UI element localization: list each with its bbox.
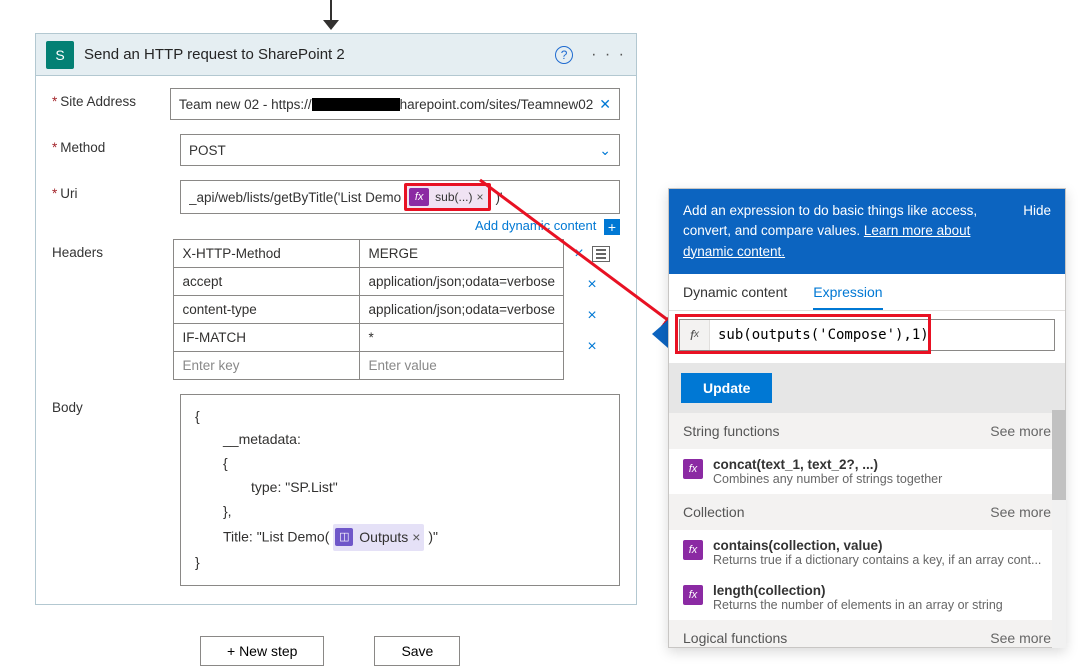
update-button[interactable]: Update <box>681 373 772 403</box>
header-value-input[interactable]: application/json;odata=verbose <box>360 296 563 323</box>
site-address-dropdown[interactable]: Team new 02 - https://harepoint.com/site… <box>170 88 620 120</box>
action-card: S Send an HTTP request to SharePoint 2 ?… <box>35 33 637 605</box>
outputs-dynamic-token[interactable]: ◫ Outputs × <box>333 524 424 552</box>
fx-icon: fx <box>680 320 710 350</box>
expression-popup: Add an expression to do basic things lik… <box>668 188 1066 648</box>
header-key-input[interactable]: Enter key <box>174 352 360 379</box>
new-step-button[interactable]: + New step <box>200 636 324 666</box>
chevron-down-icon: ✕ <box>599 96 611 113</box>
uri-row: *Uri _api/web/lists/getByTitle('List Dem… <box>52 180 620 235</box>
switch-to-text-mode-icon[interactable] <box>592 246 610 262</box>
action-card-header[interactable]: S Send an HTTP request to SharePoint 2 ?… <box>36 34 636 76</box>
header-key-input[interactable]: X-HTTP-Method <box>174 240 360 267</box>
popup-tabs: Dynamic content Expression <box>669 274 1065 310</box>
uri-label: *Uri <box>52 180 180 201</box>
header-row: X-HTTP-Method MERGE <box>174 240 563 267</box>
method-row: *Method POST ⌄ <box>52 134 620 166</box>
add-dynamic-content-link[interactable]: Add dynamic content <box>475 218 596 233</box>
header-value-input[interactable]: * <box>360 324 563 351</box>
fx-icon: fx <box>683 540 703 560</box>
scrollbar-thumb[interactable] <box>1052 410 1066 500</box>
headers-row: Headers X-HTTP-Method MERGE accept appli… <box>52 239 620 380</box>
see-more-link[interactable]: See more <box>990 504 1051 520</box>
header-key-input[interactable]: accept <box>174 268 360 295</box>
hide-popup-button[interactable]: Hide <box>1023 201 1051 262</box>
header-key-input[interactable]: content-type <box>174 296 360 323</box>
header-row: content-type application/json;odata=verb… <box>174 295 563 323</box>
help-icon[interactable]: ? <box>555 46 573 64</box>
header-value-input[interactable]: MERGE <box>360 240 563 267</box>
remove-header-icon[interactable]: × <box>587 338 596 356</box>
function-length[interactable]: fx length(collection) Returns the number… <box>669 575 1065 620</box>
tab-expression[interactable]: Expression <box>813 284 882 310</box>
popup-pointer <box>652 320 668 348</box>
body-label: Body <box>52 394 180 415</box>
headers-label: Headers <box>52 239 173 260</box>
compose-icon: ◫ <box>335 528 353 546</box>
flow-connector-arrow <box>320 0 344 34</box>
fx-icon: fx <box>683 585 703 605</box>
redacted-tenant <box>312 98 400 111</box>
fx-icon: fx <box>683 459 703 479</box>
popup-intro: Add an expression to do basic things lik… <box>669 189 1065 274</box>
header-row: accept application/json;odata=verbose <box>174 267 563 295</box>
remove-token-icon[interactable]: × <box>412 526 420 550</box>
remove-header-icon[interactable]: × <box>587 276 596 294</box>
method-label: *Method <box>52 134 180 155</box>
section-string-functions: String functions See more <box>669 413 1065 449</box>
tab-dynamic-content[interactable]: Dynamic content <box>683 284 787 310</box>
body-editor[interactable]: { __metadata: { type: "SP.List" }, Title… <box>180 394 620 587</box>
remove-header-icon[interactable]: × <box>574 245 583 263</box>
plus-icon[interactable]: + <box>604 219 620 235</box>
fx-icon: fx <box>409 188 429 206</box>
more-menu-icon[interactable]: · · · <box>591 46 626 64</box>
site-address-label: *Site Address <box>52 88 170 109</box>
function-concat[interactable]: fx concat(text_1, text_2?, ...) Combines… <box>669 449 1065 494</box>
chevron-down-icon: ⌄ <box>599 142 611 159</box>
uri-input[interactable]: _api/web/lists/getByTitle('List Demo fx … <box>180 180 620 214</box>
remove-token-icon[interactable]: × <box>477 190 484 204</box>
header-row-new: Enter key Enter value <box>174 351 563 379</box>
expression-input[interactable] <box>710 320 1054 350</box>
header-row: IF-MATCH * <box>174 323 563 351</box>
sharepoint-icon: S <box>46 41 74 69</box>
section-logical-functions: Logical functions See more <box>669 620 1065 647</box>
function-contains[interactable]: fx contains(collection, value) Returns t… <box>669 530 1065 575</box>
method-dropdown[interactable]: POST ⌄ <box>180 134 620 166</box>
see-more-link[interactable]: See more <box>990 630 1051 646</box>
header-value-input[interactable]: Enter value <box>360 352 563 379</box>
save-button[interactable]: Save <box>374 636 460 666</box>
uri-expression-token[interactable]: fx sub(...) × <box>404 183 490 211</box>
body-row: Body { __metadata: { type: "SP.List" }, … <box>52 394 620 587</box>
remove-header-icon[interactable]: × <box>587 307 596 325</box>
header-value-input[interactable]: application/json;odata=verbose <box>360 268 563 295</box>
site-address-row: *Site Address Team new 02 - https://hare… <box>52 88 620 120</box>
header-key-input[interactable]: IF-MATCH <box>174 324 360 351</box>
section-collection: Collection See more <box>669 494 1065 530</box>
action-title: Send an HTTP request to SharePoint 2 <box>84 46 555 63</box>
see-more-link[interactable]: See more <box>990 423 1051 439</box>
